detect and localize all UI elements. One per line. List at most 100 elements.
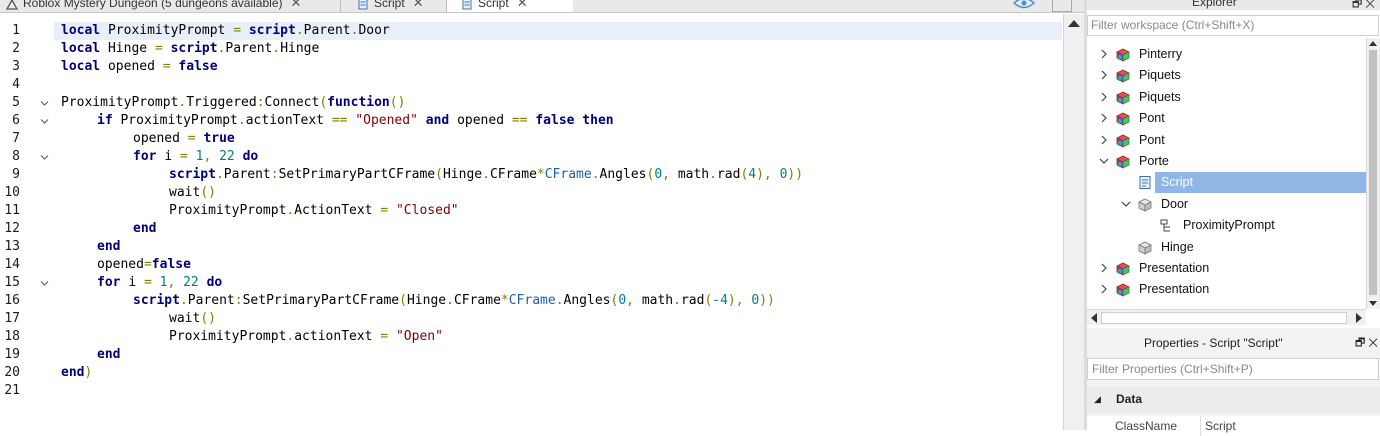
part-icon (1137, 197, 1153, 212)
scroll-up-icon[interactable] (1369, 41, 1377, 46)
code-token: = (162, 59, 179, 74)
code-line[interactable]: end) (54, 364, 1062, 382)
pin-icon[interactable]: 🗗 ✕ (1355, 328, 1378, 358)
explorer-scrollbar[interactable] (1366, 38, 1380, 309)
code-token: 4 (748, 167, 757, 182)
chevron-down-icon[interactable] (1099, 156, 1109, 166)
scroll-left-icon[interactable] (1091, 313, 1097, 323)
explorer-item[interactable]: Script (1139, 172, 1366, 194)
close-icon[interactable]: ✕ (517, 0, 528, 10)
explorer-item[interactable]: Presentation (1087, 258, 1366, 279)
properties-filter-input[interactable]: Filter Properties (Ctrl+Shift+P) (1087, 358, 1379, 380)
tab-place[interactable]: Roblox Mystery Dungeon (5 dungeons avail… (6, 0, 301, 12)
code-line[interactable] (54, 76, 1062, 94)
explorer-item[interactable]: ProximityPrompt (1087, 215, 1366, 236)
code-token: Hinge (107, 41, 155, 56)
code-line[interactable]: local opened = false (54, 58, 1062, 76)
code-token: Hinge (442, 167, 483, 182)
tab-label: Script (478, 0, 509, 10)
explorer-item[interactable]: Hinge (1087, 237, 1366, 258)
code-token: Door (358, 23, 390, 38)
fold-chevron-icon[interactable] (40, 153, 49, 162)
code-token: rad (716, 167, 741, 182)
code-line[interactable]: end (54, 238, 1062, 256)
code-line[interactable]: local Hinge = script.Parent.Hinge (54, 40, 1062, 58)
model-icon (1115, 47, 1131, 62)
properties-section-data[interactable]: ◢ Data (1087, 386, 1380, 413)
fold-chevron-icon[interactable] (40, 279, 49, 288)
explorer-item[interactable]: Porte (1087, 151, 1366, 172)
chevron-right-icon[interactable] (1099, 284, 1109, 294)
chevron-right-icon[interactable] (1099, 70, 1109, 80)
chevron-right-icon[interactable] (1099, 263, 1109, 273)
code-token: ProximityPrompt (120, 113, 238, 128)
scroll-right-icon[interactable] (1356, 313, 1362, 323)
scroll-thumb[interactable] (1101, 312, 1347, 324)
close-icon[interactable]: ✕ (290, 0, 301, 10)
scroll-down-icon[interactable] (1369, 301, 1377, 306)
close-icon[interactable]: ✕ (413, 0, 424, 10)
chevron-right-icon[interactable] (1099, 135, 1109, 145)
code-token: Hinge (280, 41, 320, 56)
code-line[interactable] (54, 382, 1062, 400)
pin-icon[interactable]: 🗗 ✕ (1352, 0, 1375, 10)
scroll-thumb[interactable] (1369, 50, 1377, 295)
collapse-icon[interactable]: ◢ (1094, 386, 1101, 413)
explorer-item[interactable]: Pont (1087, 130, 1366, 151)
explorer-tree: Pinterry Piquets Piquets Pont Pont Porte Scrip… (1087, 38, 1366, 310)
explorer-filter-input[interactable]: Filter workspace (Ctrl+Shift+X) (1087, 15, 1379, 36)
code-token: false (178, 59, 218, 74)
model-icon (1115, 282, 1131, 298)
tab-script-1[interactable]: Script ✕ (357, 0, 424, 12)
explorer-item[interactable]: Piquets (1087, 87, 1366, 108)
explorer-item[interactable]: Door (1087, 194, 1366, 215)
code-line[interactable]: if ProximityPrompt.actionText == "Opened… (54, 112, 1062, 130)
tab-script-2[interactable]: Script ✕ (447, 0, 573, 12)
code-editor[interactable]: local ProximityPrompt = script.Parent.Do… (54, 13, 1062, 430)
code-line[interactable]: ProximityPrompt.Triggered:Connect(functi… (54, 94, 1062, 112)
line-number: 4 (12, 77, 20, 92)
code-token: . (482, 167, 490, 182)
code-token: . (709, 167, 717, 182)
code-line[interactable]: opened = true (54, 130, 1062, 148)
fold-chevron-icon[interactable] (40, 99, 49, 108)
code-line[interactable]: wait() (54, 184, 1062, 202)
explorer-item-label: Pinterry (1139, 47, 1183, 61)
fold-chevron-icon[interactable] (40, 117, 49, 126)
code-token: CFrame (544, 167, 592, 182)
code-token: opened (133, 131, 188, 146)
explorer-item[interactable]: Piquets (1087, 65, 1366, 86)
editor-scrollbar[interactable] (1063, 14, 1084, 430)
explorer-item-label: Presentation (1139, 261, 1210, 275)
code-line[interactable]: ProximityPrompt.ActionText = "Closed" (54, 202, 1062, 220)
code-line[interactable]: ProximityPrompt.actionText = "Open" (54, 328, 1062, 346)
code-token: . (237, 113, 246, 128)
code-token: math (641, 293, 674, 308)
code-line[interactable]: wait() (54, 310, 1062, 328)
property-row[interactable]: ClassName Script (1087, 416, 1380, 436)
chevron-right-icon[interactable] (1099, 92, 1109, 102)
chevron-down-icon[interactable] (1121, 199, 1131, 209)
chevron-right-icon[interactable] (1099, 113, 1109, 123)
line-number: 15 (4, 275, 20, 290)
explorer-item[interactable]: Pont (1087, 108, 1366, 129)
code-token: = (380, 203, 396, 218)
explorer-item[interactable]: Pinterry (1087, 44, 1366, 65)
scroll-up-icon[interactable] (1068, 20, 1080, 27)
code-line[interactable]: end (54, 346, 1062, 364)
code-line[interactable]: for i = 1, 22 do (54, 148, 1062, 166)
code-line[interactable]: script.Parent:SetPrimaryPartCFrame(Hinge… (54, 166, 1062, 184)
code-line[interactable]: for i = 1, 22 do (54, 274, 1062, 292)
code-line[interactable]: opened=false (54, 256, 1062, 274)
code-line[interactable]: local ProximityPrompt = script.Parent.Do… (54, 22, 1062, 40)
code-line[interactable]: end (54, 220, 1062, 238)
layout-icon[interactable] (1052, 0, 1072, 12)
explorer-hscrollbar[interactable] (1087, 309, 1366, 325)
code-token: rad (680, 293, 705, 308)
visibility-icon[interactable] (1000, 0, 1036, 10)
code-token: 22 (183, 275, 207, 290)
code-token: == (331, 113, 356, 128)
code-line[interactable]: script.Parent:SetPrimaryPartCFrame(Hinge… (54, 292, 1062, 310)
explorer-item[interactable]: Presentation (1087, 279, 1366, 300)
chevron-right-icon[interactable] (1099, 49, 1109, 59)
